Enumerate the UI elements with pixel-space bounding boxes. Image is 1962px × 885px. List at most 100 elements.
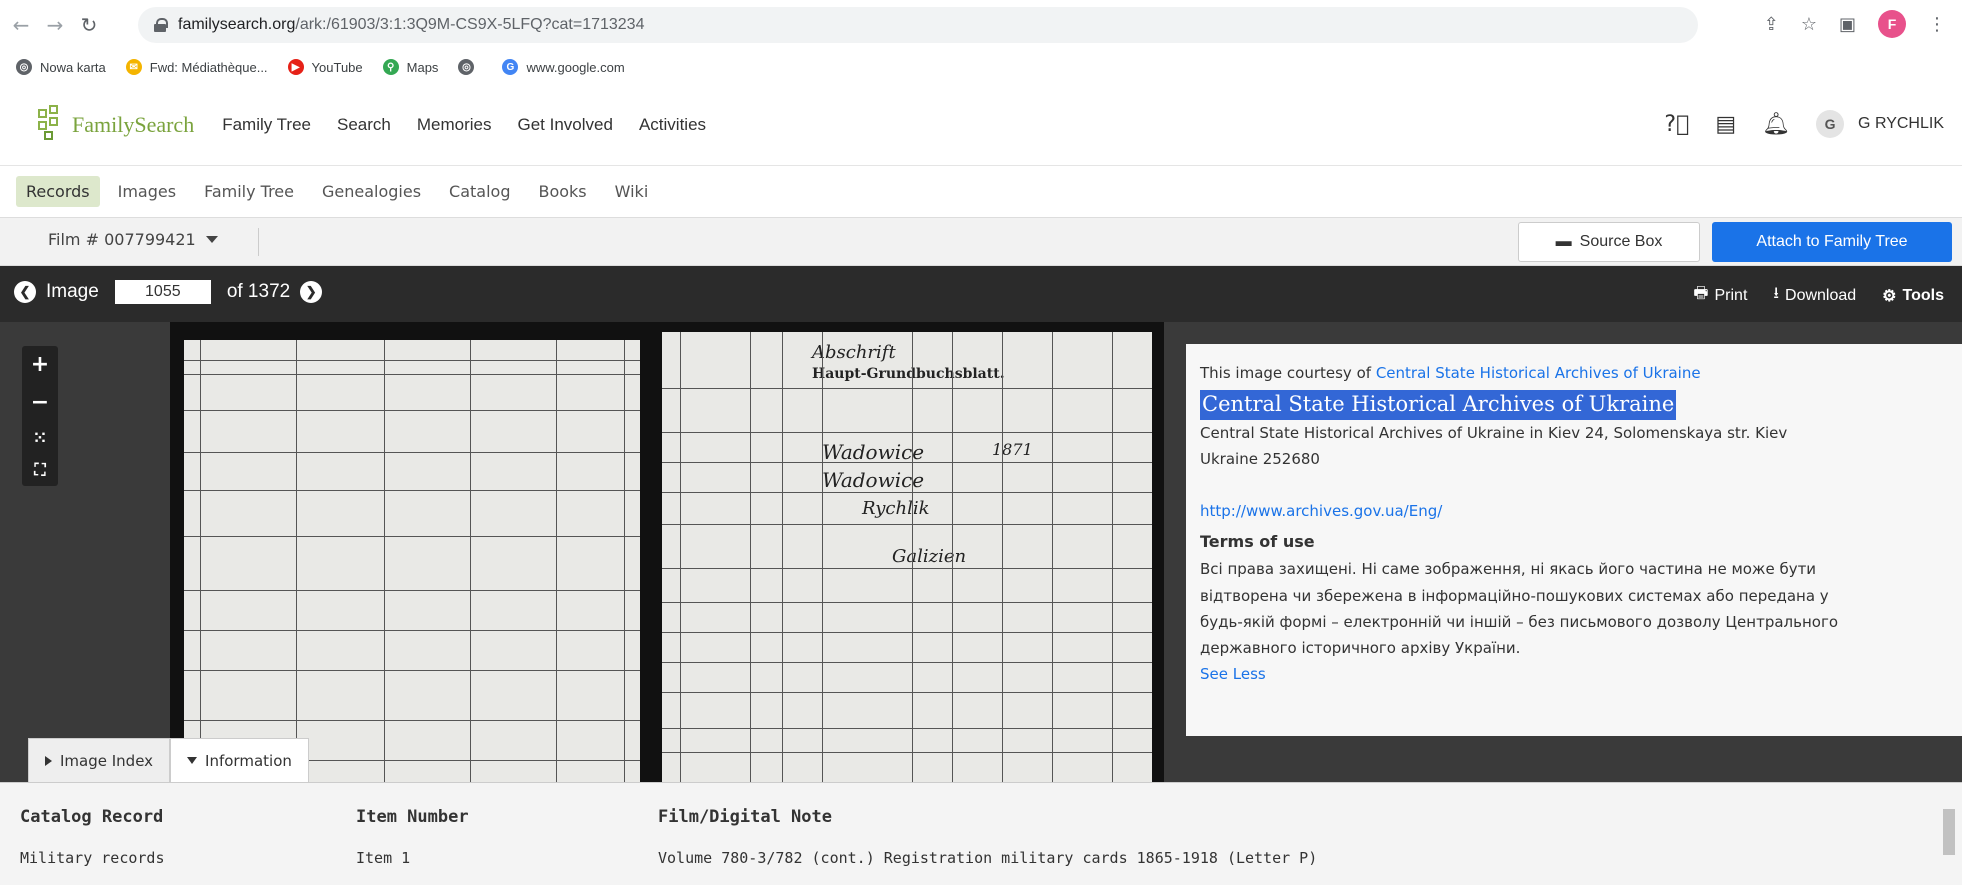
forward-icon[interactable]: → xyxy=(42,12,68,38)
scan-rule-line xyxy=(184,490,640,491)
tab-books[interactable]: Books xyxy=(528,176,596,207)
tab-images[interactable]: Images xyxy=(108,176,186,207)
nav-item-activities[interactable]: Activities xyxy=(639,115,706,135)
user-avatar[interactable]: G xyxy=(1816,110,1845,138)
see-less-link[interactable]: See Less xyxy=(1200,661,1948,687)
star-icon[interactable]: ☆ xyxy=(1801,14,1817,35)
kebab-menu-icon[interactable]: ⋮ xyxy=(1928,14,1946,35)
tab-records[interactable]: Records xyxy=(16,176,100,207)
zoom-out-icon[interactable]: − xyxy=(31,390,49,415)
tools-button[interactable]: ⚙ Tools xyxy=(1882,286,1944,306)
image-viewer[interactable]: + − ⁙ ⛶ Abschrift Haupt-Grundbuchsblatt.… xyxy=(0,322,1962,782)
scan-rule-line xyxy=(184,670,640,671)
back-icon[interactable]: ← xyxy=(8,12,34,38)
scrollbar-thumb[interactable] xyxy=(1943,809,1955,855)
main-nav: Family Tree Search Memories Get Involved Act… xyxy=(222,115,706,135)
film-bar: Film # 007799421 ▬ Source Box Attach to … xyxy=(0,218,1962,266)
tab-information[interactable]: Information xyxy=(170,738,309,782)
catalog-record-heading: Catalog Record xyxy=(20,807,164,827)
user-name[interactable]: G RYCHLIK xyxy=(1858,115,1944,133)
scan-rule-line xyxy=(184,536,640,537)
scan-rule-line xyxy=(624,340,625,782)
previous-image-icon[interactable]: ❮ xyxy=(14,281,36,303)
next-image-icon[interactable]: ❯ xyxy=(300,281,323,303)
bookmark-item[interactable]: ◎ xyxy=(458,59,482,75)
scan-rule-line xyxy=(662,432,1152,433)
bookmark-favicon-icon: ◎ xyxy=(458,59,475,75)
download-button[interactable]: ⭳ Download xyxy=(1773,282,1856,309)
terms-text: Всі права захищені. Ні саме зображення, … xyxy=(1200,560,1817,579)
archive-link[interactable]: Central State Historical Archives of Ukr… xyxy=(1376,364,1701,382)
handwriting: Rychlik xyxy=(862,498,930,519)
tab-family-tree[interactable]: Family Tree xyxy=(194,176,304,207)
film-selector[interactable]: Film # 007799421 xyxy=(48,230,218,249)
bookmark-item[interactable]: ▶ YouTube xyxy=(287,59,363,75)
tab-genealogies[interactable]: Genealogies xyxy=(312,176,431,207)
nav-item-family-tree[interactable]: Family Tree xyxy=(222,115,311,135)
image-label: Image xyxy=(46,281,99,302)
familysearch-logo[interactable]: FamilySearch xyxy=(36,104,194,145)
profile-avatar[interactable]: F xyxy=(1878,10,1906,38)
nav-item-memories[interactable]: Memories xyxy=(417,115,492,135)
grid-view-icon[interactable]: ⁙ xyxy=(33,428,46,447)
fullscreen-icon[interactable]: ⛶ xyxy=(34,460,45,480)
tab-image-index[interactable]: Image Index xyxy=(28,738,171,782)
tab-wiki[interactable]: Wiki xyxy=(605,176,659,207)
scan-rule-line xyxy=(184,452,640,453)
scan-rule-line xyxy=(662,388,1152,389)
image-source-info-panel: This image courtesy of Central State His… xyxy=(1186,344,1962,736)
attach-to-family-tree-button[interactable]: Attach to Family Tree xyxy=(1712,222,1952,262)
notifications-bell-icon[interactable]: 🔔︎ xyxy=(1762,112,1790,137)
scan-rule-line xyxy=(1052,332,1053,782)
help-icon[interactable]: ?⃝ xyxy=(1664,112,1689,137)
bookmark-item[interactable]: Gwww.google.com xyxy=(502,59,625,75)
image-toolbar: ❮ Image of 1372 ❯ 🖶Print ⭳Download ⚙Tool… xyxy=(0,266,1962,322)
scan-rule-line xyxy=(296,340,297,782)
scan-rule-line xyxy=(184,374,640,375)
lock-icon xyxy=(154,18,168,32)
bookmark-favicon-icon: ▶ xyxy=(287,59,304,75)
scan-rule-line xyxy=(662,752,1152,753)
archive-website-link[interactable]: http://www.archives.gov.ua/Eng/ xyxy=(1200,498,1948,524)
tab-catalog[interactable]: Catalog xyxy=(439,176,520,207)
print-button[interactable]: 🖶 Print xyxy=(1693,282,1747,309)
bookmark-label: Maps xyxy=(406,59,439,75)
image-number-input[interactable] xyxy=(114,280,211,304)
bookmarks-bar: ◎ Nowa karta ✉ Fwd: Médiathèque... ▶ YouTube ⚲… xyxy=(0,50,1962,84)
archive-address: Central State Historical Archives of Ukr… xyxy=(1200,423,1788,442)
terms-of-use-heading: Terms of use xyxy=(1200,532,1315,552)
nav-item-get-involved[interactable]: Get Involved xyxy=(518,115,613,135)
scan-rule-line xyxy=(662,728,1152,729)
address-bar[interactable]: familysearch.org/ark:/61903/3:1:3Q9M-CS9… xyxy=(138,7,1698,43)
scan-rule-line xyxy=(470,340,471,782)
bookmark-label: YouTube xyxy=(311,59,363,75)
scan-rule-line xyxy=(952,332,953,782)
bookmark-item[interactable]: ⚲ Maps xyxy=(382,59,439,75)
handwriting: Wadowice xyxy=(822,440,925,464)
bookmark-item[interactable]: ✉ Fwd: Médiathèque... xyxy=(125,59,268,75)
share-icon[interactable]: ⇪ xyxy=(1764,14,1779,35)
messages-icon[interactable]: ▤ xyxy=(1715,112,1736,137)
nav-item-search[interactable]: Search xyxy=(337,115,391,135)
record-scan: Abschrift Haupt-Grundbuchsblatt. Wadowic… xyxy=(170,322,1164,782)
handwriting: Galizien xyxy=(892,546,967,567)
reload-icon[interactable]: ↻ xyxy=(76,12,102,38)
bookmark-label: Nowa karta xyxy=(40,59,106,75)
sidepanel-icon[interactable]: ▣ xyxy=(1839,14,1856,35)
scan-rule-line xyxy=(662,602,1152,603)
scan-rule-line xyxy=(782,332,783,782)
zoom-in-icon[interactable]: + xyxy=(31,352,49,377)
scan-rule-line xyxy=(662,692,1152,693)
scrollbar[interactable] xyxy=(1942,793,1956,877)
bottom-tabs: Image Index Information xyxy=(28,738,309,782)
tree-logo-icon xyxy=(36,104,70,145)
scan-rule-line xyxy=(912,332,913,782)
bookmark-favicon-icon: ⚲ xyxy=(382,59,399,75)
scan-rule-line xyxy=(1112,332,1113,782)
bookmark-item[interactable]: ◎ Nowa karta xyxy=(16,59,106,75)
handwriting: Abschrift xyxy=(812,342,896,363)
scan-rule-line xyxy=(662,632,1152,633)
source-box-button[interactable]: ▬ Source Box xyxy=(1518,222,1700,262)
catalog-record-link[interactable]: Military records xyxy=(20,849,165,867)
bookmark-favicon-icon: ✉ xyxy=(125,59,142,75)
